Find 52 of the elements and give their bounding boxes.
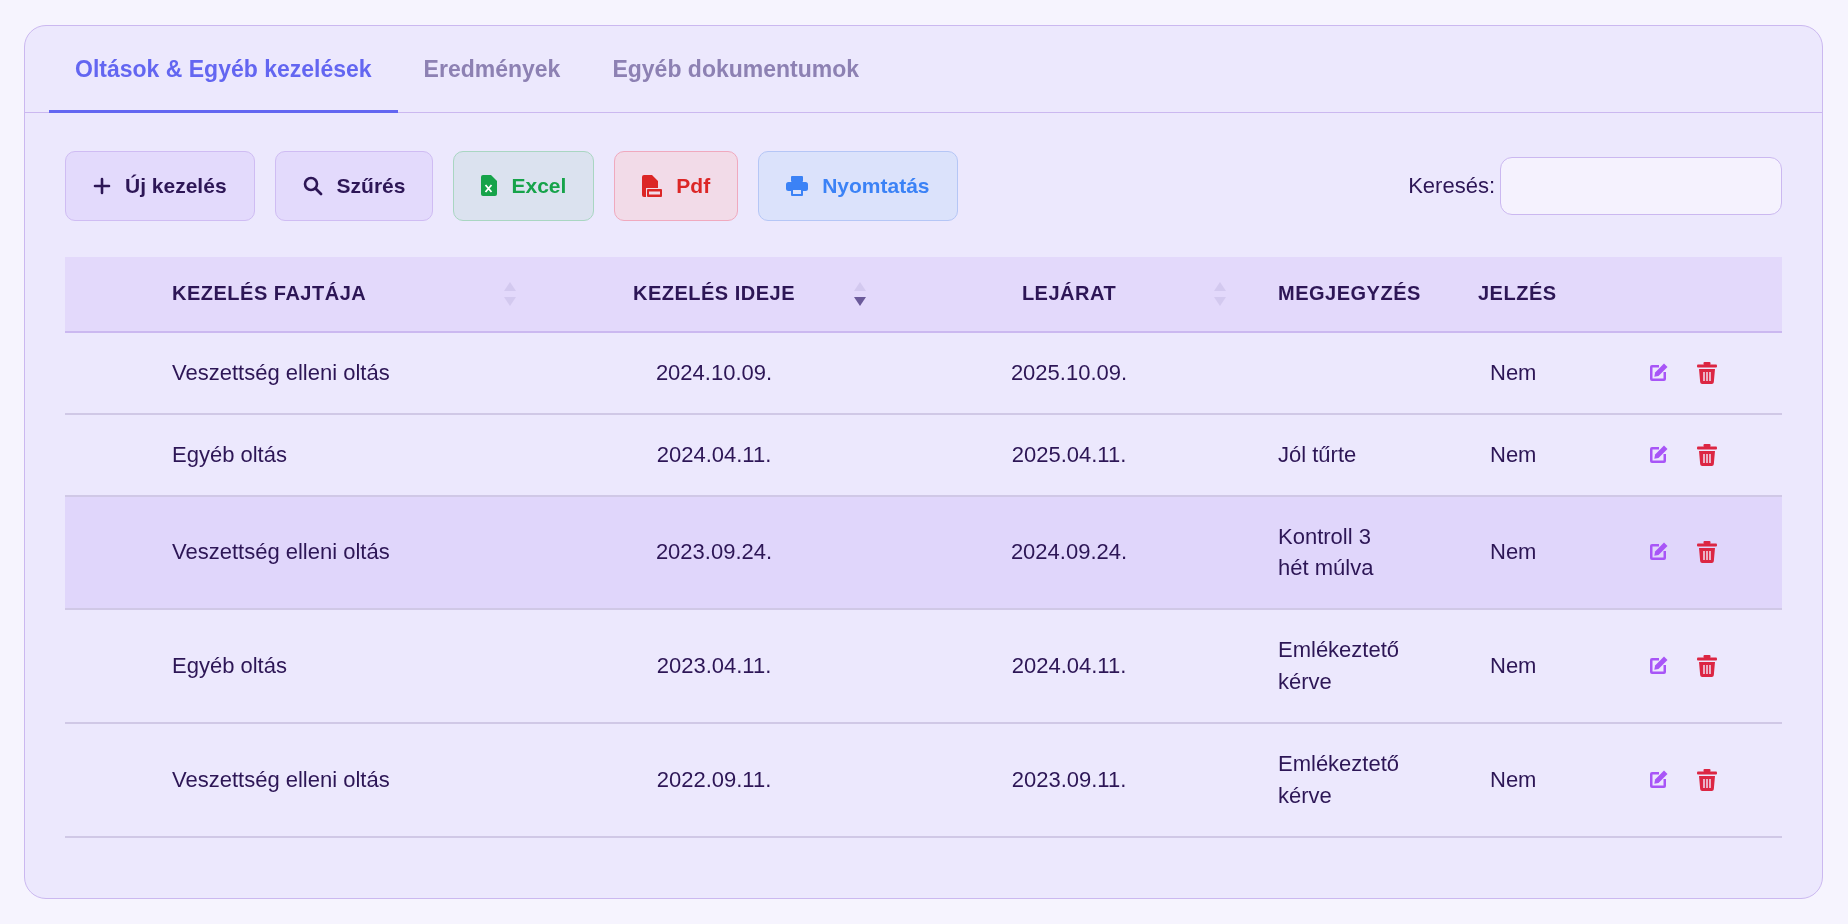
table-cell: Nem — [1490, 359, 1537, 386]
table-cell: Veszettség elleni oltás — [172, 766, 390, 793]
delete-icon[interactable] — [1697, 541, 1717, 564]
table-cell: 2025.10.09. — [1010, 359, 1128, 386]
column-header: JELZÉS — [1478, 282, 1557, 305]
print-button[interactable]: Nyomtatás — [758, 150, 958, 221]
tab[interactable]: Egyéb dokumentumok — [586, 26, 886, 113]
table-cell: 2023.09.24. — [655, 539, 773, 566]
table-cell-text: Emlékeztető kérve — [1278, 750, 1396, 810]
delete-icon[interactable] — [1697, 655, 1717, 678]
table-cell: 2024.09.24. — [1010, 539, 1128, 566]
table-cell: Egyéb oltás — [172, 653, 287, 680]
table-cell-text: Kontroll 3 hét múlva — [1278, 522, 1375, 583]
table-cell: Veszettség elleni oltás — [172, 539, 390, 566]
table-cell: Veszettség elleni oltás — [172, 359, 390, 386]
edit-icon[interactable] — [1647, 768, 1669, 791]
plus-icon — [93, 176, 111, 195]
search-label: Keresés: — [1408, 172, 1495, 199]
table-cell: Nem — [1490, 766, 1537, 793]
search-field[interactable] — [1500, 156, 1782, 215]
table-cell-text: Jól tűrte — [1278, 440, 1357, 469]
table-cell: 2024.04.11. — [1011, 653, 1127, 680]
table-cell: 2025.04.11. — [1011, 441, 1127, 468]
edit-icon[interactable] — [1647, 361, 1669, 384]
table-cell: 2023.09.11. — [1011, 766, 1127, 793]
spreadsheet-file-icon — [481, 175, 498, 196]
pdf-file-icon — [642, 174, 663, 197]
new-treatment-button[interactable]: Új kezelés — [65, 150, 255, 221]
table-cell: Nem — [1490, 539, 1537, 566]
table-cell: 2024.04.11. — [656, 441, 772, 468]
table-cell: Nem — [1490, 441, 1537, 468]
delete-icon[interactable] — [1697, 443, 1717, 466]
column-header[interactable]: LEJÁRAT — [1021, 282, 1117, 305]
column-header: MEGJEGYZÉS — [1278, 282, 1421, 305]
table-cell: 2024.10.09. — [655, 359, 773, 386]
pdf-button[interactable]: Pdf — [614, 150, 739, 221]
table-cell: Egyéb oltás — [172, 441, 287, 468]
delete-icon[interactable] — [1697, 768, 1717, 791]
table-cell-text: Emlékeztető kérve — [1278, 636, 1396, 697]
column-header[interactable]: KEZELÉS IDEJE — [632, 282, 796, 305]
delete-icon[interactable] — [1697, 361, 1717, 384]
table-cell: 2023.04.11. — [656, 653, 772, 680]
tab[interactable]: Eredmények — [397, 26, 587, 113]
excel-button[interactable]: Excel — [453, 150, 595, 221]
filter-button[interactable]: Szűrés — [274, 150, 434, 221]
column-header[interactable]: KEZELÉS FAJTÁJA — [172, 282, 367, 305]
table-cell: Nem — [1490, 653, 1537, 680]
edit-icon[interactable] — [1647, 443, 1669, 466]
tab[interactable]: Oltások & Egyéb kezelések — [49, 26, 398, 113]
search-icon — [302, 175, 323, 196]
printer-icon — [786, 175, 809, 196]
table-cell: 2022.09.11. — [656, 766, 772, 793]
